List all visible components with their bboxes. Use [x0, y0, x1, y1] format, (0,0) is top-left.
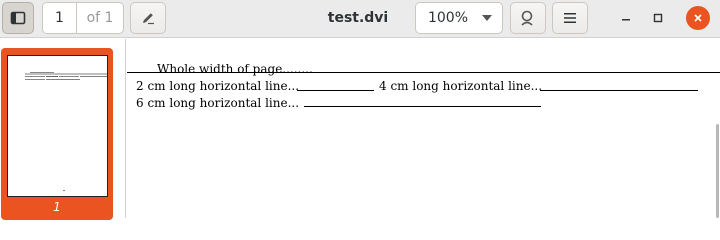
vertical-scrollbar[interactable] [716, 124, 719, 218]
doc-line-2cm: 2 cm long horizontal line... [136, 79, 300, 93]
doc-line-4cm: 4 cm long horizontal line... [379, 79, 543, 93]
hamburger-menu-icon [564, 13, 576, 23]
rule-6cm [304, 106, 541, 107]
maximize-button[interactable] [646, 6, 670, 30]
minimize-button[interactable] [614, 6, 638, 30]
rule-full-width [127, 72, 720, 73]
annotate-button[interactable] [130, 2, 166, 34]
thumbnail-page-number: 1 [53, 200, 61, 214]
rule-2cm [297, 90, 374, 91]
document-view[interactable]: Whole width of page........ 2 cm long ho… [127, 39, 720, 218]
pencil-icon [143, 13, 154, 25]
sidebar-toggle-icon [10, 11, 26, 25]
thumbnail-preview-graphic [25, 72, 107, 191]
zoom-select[interactable]: 100% [415, 2, 503, 34]
doc-line-6cm: 6 cm long horizontal line... [136, 96, 300, 110]
page-selector: of 1 [42, 2, 124, 34]
minimize-icon [622, 19, 630, 21]
page-count-label: of 1 [86, 10, 114, 26]
maximize-icon [653, 13, 663, 23]
rule-4cm [540, 90, 698, 91]
sidebar-toggle-button[interactable] [2, 2, 34, 34]
search-icon [521, 10, 533, 26]
chevron-down-icon [482, 15, 492, 21]
close-icon [694, 14, 702, 22]
main-menu-button[interactable] [552, 2, 588, 34]
page-thumbnail-image [7, 55, 108, 197]
zoom-value: 100% [427, 10, 469, 26]
doc-line-whole-width: Whole width of page........ [157, 62, 313, 76]
thumbnail-sidebar: 1 [0, 39, 126, 220]
close-button[interactable] [686, 6, 710, 30]
page-thumbnail-selected[interactable]: 1 [1, 48, 113, 220]
page-number-input[interactable] [43, 3, 77, 33]
find-button[interactable] [510, 2, 546, 34]
header-bar: of 1 test.dvi 100% [0, 0, 720, 38]
window-title: test.dvi [327, 10, 389, 26]
